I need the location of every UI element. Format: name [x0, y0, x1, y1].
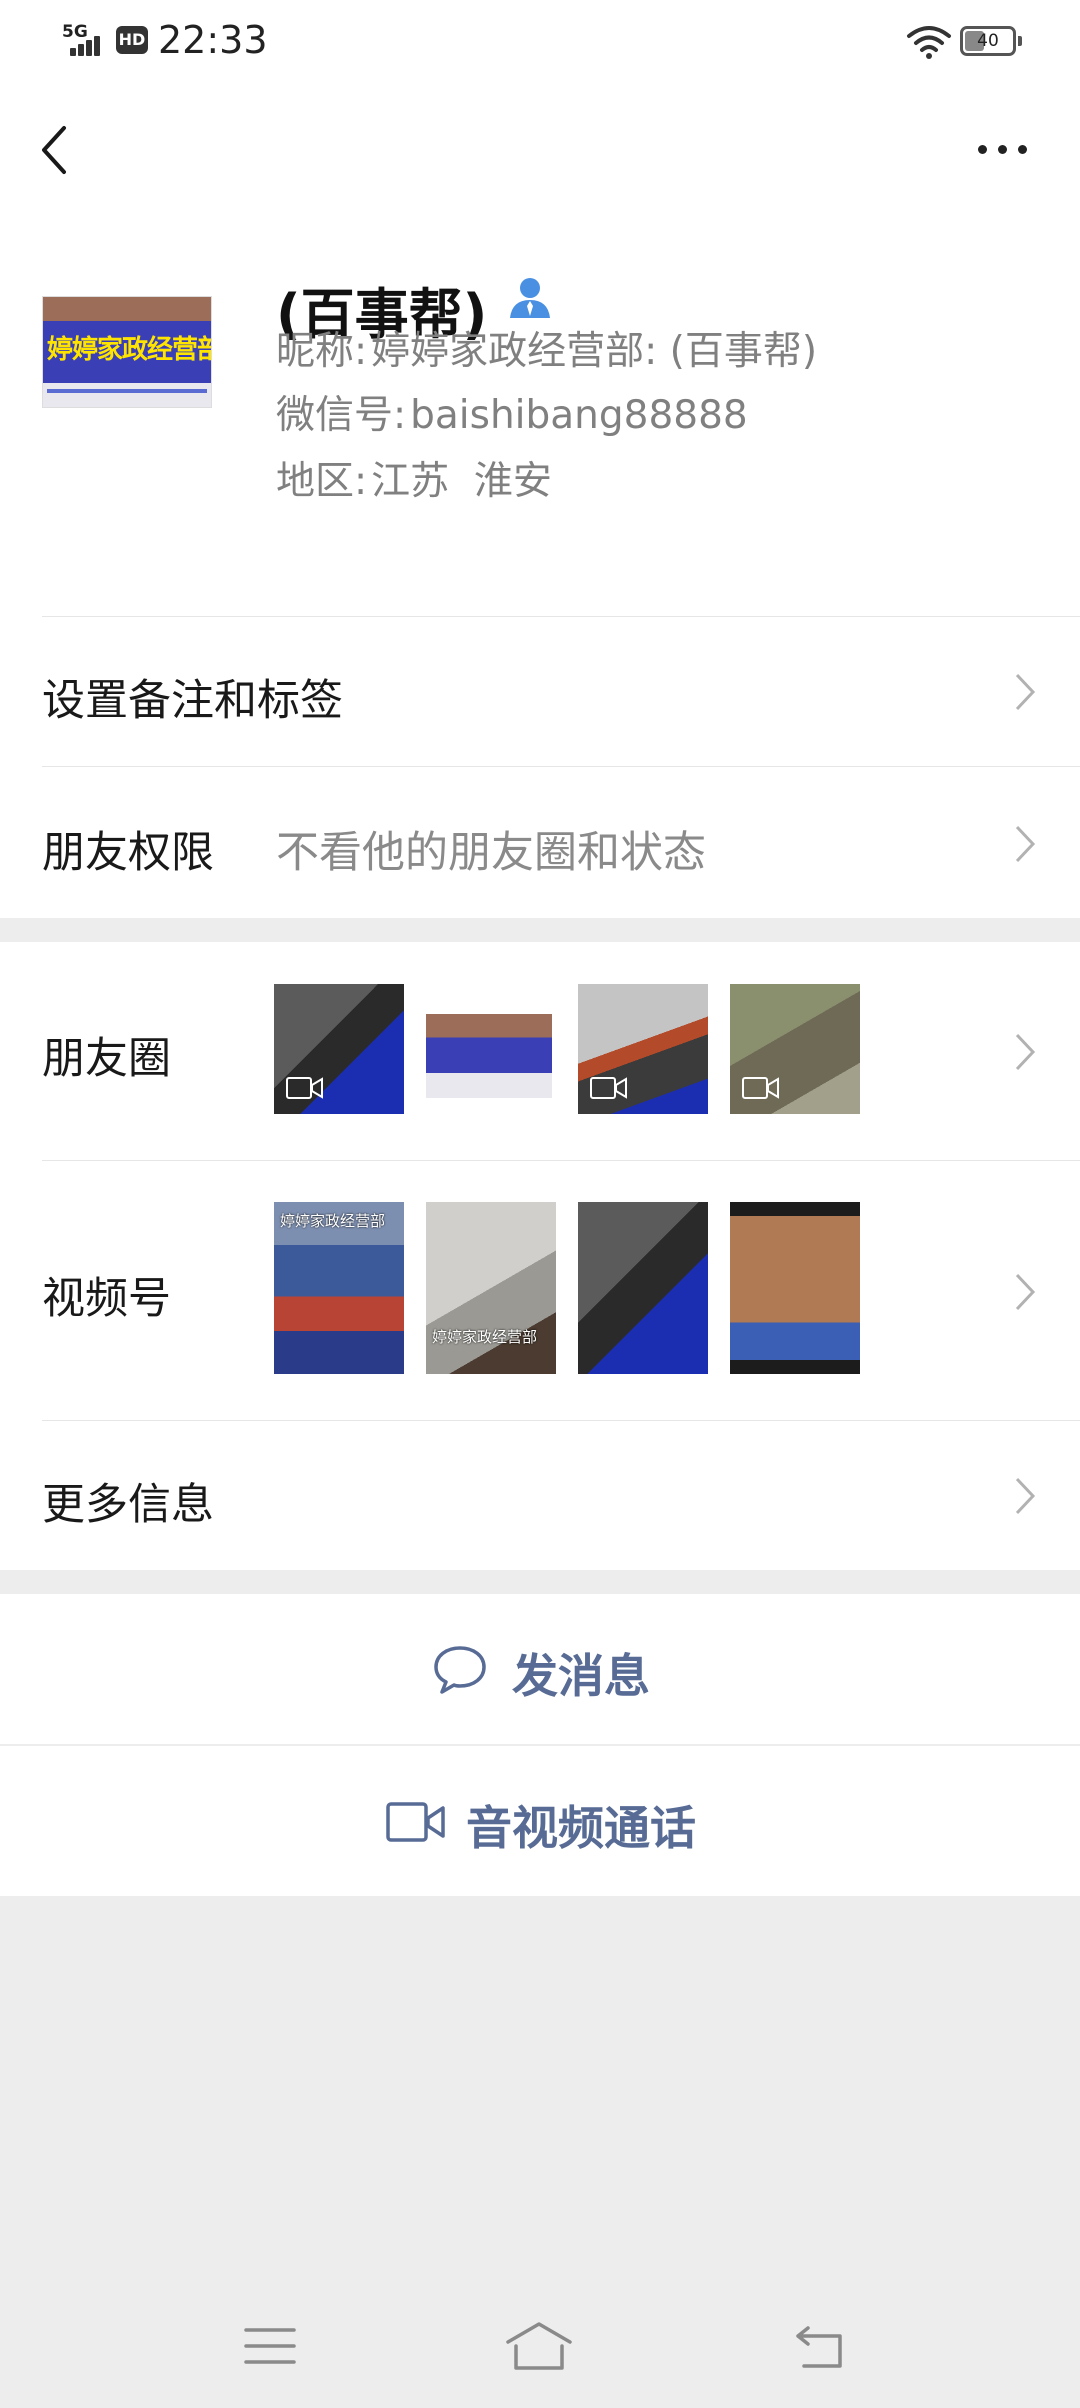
friend-permission-label: 朋友权限	[42, 828, 214, 878]
region-label: 地区:	[276, 459, 368, 504]
friend-permission-row[interactable]: 朋友权限 不看他的朋友圈和状态	[0, 766, 1080, 918]
channels-thumb-2: 婷婷家政经营部	[426, 1202, 556, 1374]
contact-profile-page: 5G HD 22:33 40 婷婷家政经营部 (百事帮) 昵称: 婷婷家政经营部…	[0, 0, 1080, 2408]
moments-thumb-3	[578, 984, 708, 1114]
more-info-row[interactable]: 更多信息	[0, 1420, 1080, 1570]
nickname-label: 昵称:	[276, 329, 368, 374]
nickname-row: 昵称: 婷婷家政经营部: (百事帮)	[276, 320, 817, 376]
send-message-button[interactable]: 发消息	[0, 1594, 1080, 1744]
chevron-right-icon	[1015, 673, 1036, 711]
region-row: 地区: 江苏 淮安	[276, 450, 552, 506]
moments-thumb-1	[274, 984, 404, 1114]
wechat-id-row: 微信号: baishibang88888	[276, 384, 748, 440]
video-camera-icon	[286, 1077, 323, 1099]
audio-video-call-label: 音视频通话	[466, 1801, 696, 1855]
video-camera-icon	[742, 1077, 779, 1099]
status-bar: 5G HD 22:33 40	[0, 0, 1080, 84]
hd-badge: HD	[116, 26, 148, 54]
home-icon[interactable]	[504, 2318, 574, 2374]
network-type: 5G	[62, 22, 88, 42]
chat-bubble-icon	[434, 1646, 486, 1694]
person-icon	[510, 278, 550, 318]
moments-row[interactable]: 朋友圈	[0, 942, 1080, 1160]
divider	[42, 1160, 1080, 1161]
region-value: 江苏 淮安	[371, 459, 552, 504]
more-dots-icon[interactable]	[970, 134, 1036, 164]
channels-thumb-3	[578, 1202, 708, 1374]
chevron-right-icon	[1015, 825, 1036, 863]
channels-thumb-1: 婷婷家政经营部	[274, 1202, 404, 1374]
avatar[interactable]: 婷婷家政经营部	[42, 296, 212, 408]
moments-thumb-2	[426, 1014, 552, 1098]
divider	[42, 616, 1080, 617]
friend-permission-value: 不看他的朋友圈和状态	[276, 828, 706, 878]
profile-header: 婷婷家政经营部 (百事帮) 昵称: 婷婷家政经营部: (百事帮) 微信号: bais…	[0, 214, 1080, 616]
moments-thumb-4	[730, 984, 860, 1114]
send-message-label: 发消息	[512, 1649, 650, 1703]
nickname-value: 婷婷家政经营部: (百事帮)	[371, 329, 818, 374]
set-remark-label: 设置备注和标签	[42, 676, 343, 726]
chevron-right-icon	[1015, 1477, 1036, 1515]
channels-thumb-caption: 婷婷家政经营部	[280, 1212, 386, 1230]
channels-row[interactable]: 视频号 婷婷家政经营部 婷婷家政经营部	[0, 1160, 1080, 1420]
wechat-id-label: 微信号:	[276, 393, 407, 438]
status-time: 22:33	[158, 18, 268, 62]
divider	[42, 766, 1080, 767]
audio-video-call-button[interactable]: 音视频通话	[0, 1746, 1080, 1896]
system-nav-bar	[0, 2278, 1080, 2408]
wechat-id-value[interactable]: baishibang88888	[410, 393, 748, 438]
signal-icon: 5G	[62, 22, 110, 58]
moments-label: 朋友圈	[42, 1034, 171, 1084]
channels-thumb-caption: 婷婷家政经营部	[432, 1328, 538, 1346]
avatar-sign-text: 婷婷家政经营部	[47, 335, 212, 365]
divider	[42, 1420, 1080, 1421]
video-camera-icon	[590, 1077, 627, 1099]
wifi-icon	[907, 26, 951, 59]
channels-label: 视频号	[42, 1274, 171, 1324]
battery-level: 40	[977, 31, 999, 51]
channels-thumb-4	[730, 1202, 860, 1374]
return-icon[interactable]	[792, 2318, 852, 2374]
chevron-right-icon	[1015, 1273, 1036, 1311]
video-camera-icon	[386, 1802, 445, 1842]
more-info-label: 更多信息	[42, 1480, 214, 1530]
top-nav	[0, 84, 1080, 214]
set-remark-row[interactable]: 设置备注和标签	[0, 616, 1080, 766]
chevron-right-icon	[1015, 1033, 1036, 1071]
menu-icon[interactable]	[240, 2318, 300, 2374]
back-arrow-icon[interactable]	[36, 122, 76, 178]
battery-icon: 40	[960, 26, 1022, 56]
